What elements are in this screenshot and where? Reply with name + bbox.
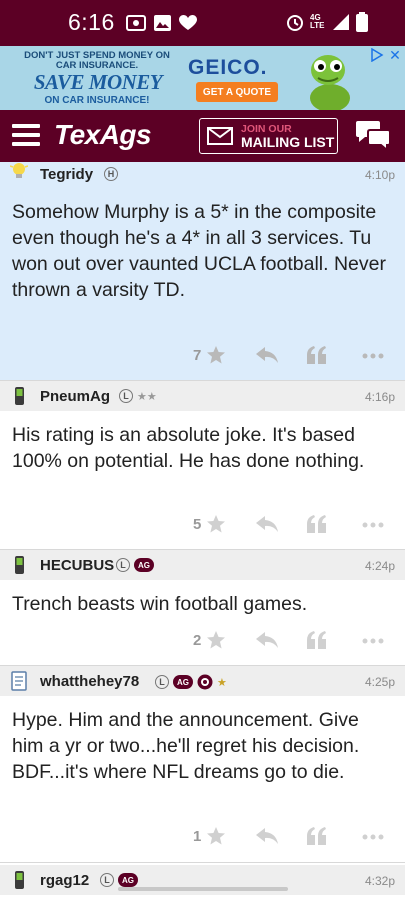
star-icon[interactable] (206, 345, 226, 365)
status-bar: 6:16 4G LTE (0, 0, 405, 46)
user-badge: L (119, 389, 133, 403)
post-item: whatthehey78 L AG ★ 4:25p Hype. Him and … (0, 666, 405, 863)
reply-icon[interactable] (256, 516, 278, 532)
notepad-icon (11, 671, 27, 691)
adchoices-icon[interactable] (369, 48, 385, 62)
mailing-bottom-label: MAILING LIST (241, 134, 335, 150)
envelope-icon (207, 127, 233, 145)
star-count: 5 (193, 516, 202, 533)
more-options-icon[interactable] (362, 522, 384, 528)
star-count: 2 (193, 632, 202, 649)
post-item: HECUBUS L AG 4:24p Trench beasts win foo… (0, 550, 405, 666)
post-item: PneumAg L ★★ 4:16p His rating is an abso… (0, 381, 405, 550)
gesture-bar[interactable] (118, 887, 288, 891)
post-body: Trench beasts win football games. (12, 593, 308, 615)
post-time: 4:10p (364, 168, 395, 182)
ag-badge: AG (118, 873, 138, 887)
post-body: Somehow Murphy is a 5* in the composite … (12, 201, 386, 301)
post-actions: 2 (0, 628, 405, 654)
cast-icon (126, 15, 146, 31)
user-badge: L (100, 873, 114, 887)
user-badge: H (104, 167, 118, 181)
post-time: 4:24p (364, 559, 395, 573)
post-header: HECUBUS L AG 4:24p (0, 550, 405, 580)
post-item: rgag12 L AG 4:32p (0, 863, 405, 900)
network-label: 4G LTE (310, 13, 325, 30)
star-icon[interactable] (206, 630, 226, 650)
star-count: 1 (193, 828, 202, 845)
post-body: His rating is an absolute joke. It's bas… (12, 424, 365, 472)
star-count: 7 (193, 347, 202, 364)
more-options-icon[interactable] (362, 834, 384, 840)
post-actions: 7 (0, 343, 405, 369)
ad-banner[interactable]: DON'T JUST SPEND MONEY ON CAR INSURANCE.… (0, 46, 405, 110)
post-header: PneumAg L ★★ 4:16p (0, 381, 405, 411)
texags-logo[interactable]: TexAgs (54, 119, 152, 151)
post-item: Tegridy H 4:10p Somehow Murphy is a 5* i… (0, 162, 405, 381)
ad-brand-logo: GEICO. (188, 56, 268, 79)
ad-close-icon[interactable]: ✕ (387, 48, 403, 62)
chat-icon[interactable] (354, 120, 392, 152)
signal-icon (333, 14, 349, 30)
ad-subline: ON CAR INSURANCE! (44, 95, 150, 106)
quote-icon[interactable] (307, 346, 327, 364)
reply-icon[interactable] (256, 828, 278, 844)
battery-icon (356, 12, 368, 32)
group-icon (197, 674, 213, 690)
clock: 6:16 (68, 9, 115, 35)
post-time: 4:32p (364, 874, 395, 888)
phone-icon (15, 387, 24, 405)
phone-icon (15, 871, 24, 889)
ad-headline: SAVE MONEY (33, 70, 163, 94)
quote-icon[interactable] (307, 631, 327, 649)
get-quote-button[interactable]: GET A QUOTE (196, 82, 278, 102)
alarm-icon (287, 15, 303, 31)
rank-stars: ★★ (137, 390, 157, 403)
username[interactable]: PneumAg (40, 388, 110, 405)
image-icon (154, 15, 171, 31)
reply-icon[interactable] (256, 632, 278, 648)
phone-icon (15, 556, 24, 574)
heart-icon (179, 15, 197, 30)
username[interactable]: whatthehey78 (40, 673, 139, 690)
post-actions: 1 (0, 824, 405, 850)
star-icon[interactable] (206, 514, 226, 534)
star-icon[interactable] (206, 826, 226, 846)
app-header: TexAgs JOIN OUR MAILING LIST (0, 110, 405, 162)
post-actions: 5 (0, 512, 405, 538)
ag-badge: AG (173, 675, 193, 689)
user-badge: L (116, 558, 130, 572)
user-badge: L (155, 675, 169, 689)
menu-icon[interactable] (12, 124, 40, 146)
username[interactable]: rgag12 (40, 872, 89, 889)
ag-badge: AG (134, 558, 154, 572)
rank-stars: ★ (217, 676, 227, 689)
post-time: 4:16p (364, 390, 395, 404)
username[interactable]: HECUBUS (40, 557, 114, 574)
quote-icon[interactable] (307, 515, 327, 533)
post-header: whatthehey78 L AG ★ 4:25p (0, 666, 405, 696)
ad-tagline: DON'T JUST SPEND MONEY ON CAR INSURANCE. (24, 50, 170, 71)
post-time: 4:25p (364, 675, 395, 689)
quote-icon[interactable] (307, 827, 327, 845)
mailing-list-button[interactable]: JOIN OUR MAILING LIST (199, 118, 338, 154)
lightbulb-icon (10, 163, 28, 178)
post-body: Hype. Him and the announcement. Give him… (12, 709, 360, 783)
gecko-icon (310, 55, 350, 110)
reply-icon[interactable] (256, 347, 278, 363)
post-header: Tegridy H 4:10p (0, 162, 405, 192)
username[interactable]: Tegridy (40, 166, 93, 183)
more-options-icon[interactable] (362, 638, 384, 644)
more-options-icon[interactable] (362, 353, 384, 359)
